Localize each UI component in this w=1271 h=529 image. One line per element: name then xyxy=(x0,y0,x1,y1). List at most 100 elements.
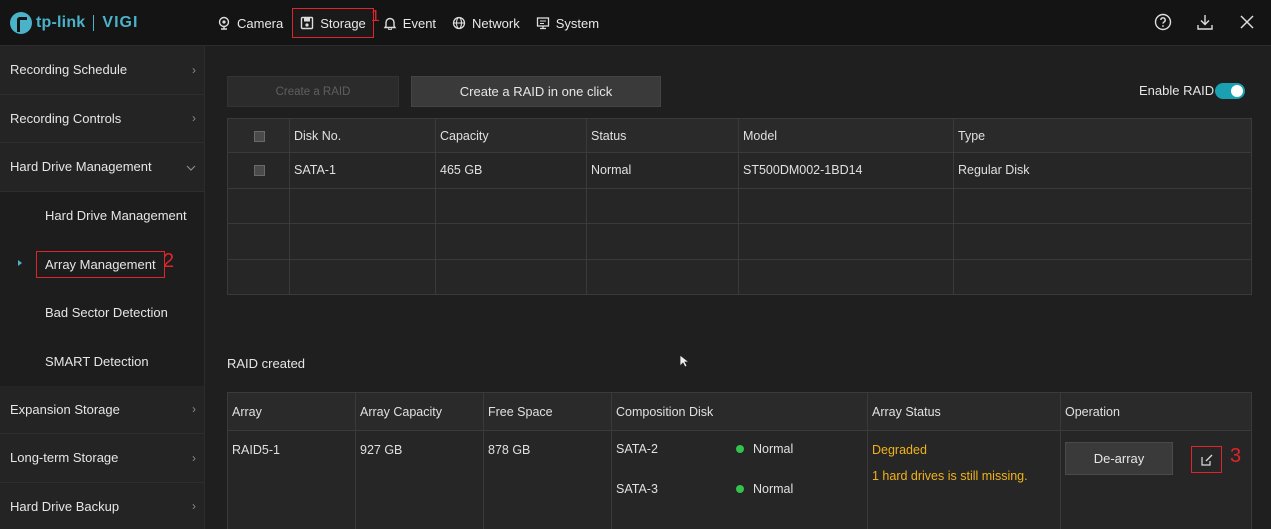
array-status-text: Degraded xyxy=(872,443,927,457)
select-cell xyxy=(227,152,290,189)
row-checkbox[interactable] xyxy=(254,165,265,177)
disk-name: SATA-3 xyxy=(616,482,658,496)
sidebar-item-label: Recording Schedule xyxy=(10,62,128,78)
composition-disk-row: SATA-3 Normal xyxy=(616,476,863,502)
nav-camera-label: Camera xyxy=(237,15,284,31)
chevron-right-icon: › xyxy=(192,450,196,465)
column-header: Composition Disk xyxy=(611,392,868,431)
active-indicator-icon xyxy=(18,260,22,266)
save-icon xyxy=(301,16,314,30)
free-space-cell: 878 GB xyxy=(483,430,612,529)
chevron-right-icon: › xyxy=(192,499,196,514)
globe-icon xyxy=(452,16,466,30)
model-cell: ST500DM002-1BD14 xyxy=(738,152,954,189)
annotation-marker-2: 2 xyxy=(163,250,175,272)
nav-event[interactable]: Event xyxy=(376,8,443,38)
chevron-right-icon: › xyxy=(192,62,196,77)
column-header: Operation xyxy=(1060,392,1252,431)
chevron-right-icon: › xyxy=(192,402,196,417)
enable-raid-toggle[interactable] xyxy=(1215,83,1245,99)
disk-no-cell: SATA-1 xyxy=(289,152,436,189)
status-ok-icon xyxy=(736,445,744,453)
main-nav: Camera Storage Event Network System xyxy=(210,0,608,46)
disk-table: Disk No. Capacity Status Model Type SATA… xyxy=(227,118,1252,295)
select-all-cell xyxy=(227,118,290,153)
bell-icon xyxy=(383,17,397,30)
column-header: Status xyxy=(586,118,739,153)
annotation-marker-3: 3 xyxy=(1229,445,1242,467)
de-array-button[interactable]: De-array xyxy=(1065,442,1173,475)
download-icon[interactable] xyxy=(1195,12,1215,32)
annotation-marker-1: 1 xyxy=(371,8,380,25)
table-row-empty xyxy=(227,258,1252,295)
sidebar-subitem-label: Array Management xyxy=(36,250,165,278)
nav-storage[interactable]: Storage xyxy=(292,8,374,38)
brand-logo: tp-link VIGI xyxy=(10,10,138,36)
sidebar-item-recording-schedule[interactable]: Recording Schedule › xyxy=(0,46,204,95)
mouse-cursor-icon xyxy=(679,354,689,368)
sidebar-item-label: Long-term Storage xyxy=(10,450,119,466)
monitor-icon xyxy=(536,17,549,30)
composition-disk-row: SATA-2 Normal xyxy=(616,436,863,462)
nav-system-label: System xyxy=(555,15,600,31)
raid-table: Array Array Capacity Free Space Composit… xyxy=(227,392,1252,529)
select-all-checkbox[interactable] xyxy=(254,130,265,142)
composition-disk-cell: SATA-2 Normal SATA-3 Normal xyxy=(611,430,868,529)
column-header: Array Capacity xyxy=(355,392,484,431)
table-header-row: Array Array Capacity Free Space Composit… xyxy=(227,392,1252,431)
sidebar-subitem-label: Hard Drive Management xyxy=(45,208,187,224)
array-status-cell: Degraded 1 hard drives is still missing. xyxy=(867,430,1061,529)
column-header: Array Status xyxy=(867,392,1061,431)
nav-camera[interactable]: Camera xyxy=(210,8,290,38)
sidebar-item-hard-drive-backup[interactable]: Hard Drive Backup › xyxy=(0,483,204,529)
sidebar-item-hard-drive-management[interactable]: Hard Drive Management xyxy=(0,143,204,192)
sidebar-item-recording-controls[interactable]: Recording Controls › xyxy=(0,95,204,143)
sidebar-item-expansion-storage[interactable]: Expansion Storage › xyxy=(0,386,204,434)
nav-event-label: Event xyxy=(402,15,437,31)
table-row-empty xyxy=(227,223,1252,260)
disk-name: SATA-2 xyxy=(616,442,658,456)
top-actions xyxy=(1153,12,1257,32)
nav-storage-label: Storage xyxy=(320,15,366,31)
disk-status: Normal xyxy=(753,442,794,456)
table-header-row: Disk No. Capacity Status Model Type xyxy=(227,118,1252,153)
sidebar: Recording Schedule › Recording Controls … xyxy=(0,46,205,529)
sidebar-item-label: Expansion Storage xyxy=(10,401,120,417)
brand-name: tp-link xyxy=(36,14,86,31)
camera-icon xyxy=(218,16,230,30)
sidebar-subitem-label: Bad Sector Detection xyxy=(45,305,168,321)
main-content: Create a RAID Create a RAID in one click… xyxy=(206,46,1271,529)
table-row: SATA-1 465 GB Normal ST500DM002-1BD14 Re… xyxy=(227,152,1252,189)
column-header: Array xyxy=(227,392,356,431)
column-header: Capacity xyxy=(435,118,587,153)
sidebar-subitem-hard-drive-management[interactable]: Hard Drive Management xyxy=(0,191,204,240)
type-cell: Regular Disk xyxy=(953,152,1252,189)
create-raid-button[interactable]: Create a RAID xyxy=(227,76,399,107)
disk-status: Normal xyxy=(753,482,794,496)
sidebar-item-label: Recording Controls xyxy=(10,110,122,126)
raid-created-heading: RAID created xyxy=(227,356,306,371)
nav-network[interactable]: Network xyxy=(445,8,527,38)
close-icon[interactable] xyxy=(1237,12,1257,32)
column-header: Model xyxy=(738,118,954,153)
table-row: RAID5-1 927 GB 878 GB SATA-2 Normal SATA… xyxy=(227,430,1252,529)
tp-link-logo-icon xyxy=(10,12,32,34)
product-name: VIGI xyxy=(102,14,139,31)
sidebar-item-label: Hard Drive Management xyxy=(10,159,152,175)
status-cell: Normal xyxy=(586,152,739,189)
help-icon[interactable] xyxy=(1153,12,1173,32)
edit-icon[interactable] xyxy=(1191,446,1223,473)
top-bar: tp-link VIGI Camera Storage Event Networ… xyxy=(0,0,1271,46)
create-raid-one-click-button[interactable]: Create a RAID in one click xyxy=(411,76,661,107)
nav-network-label: Network xyxy=(472,15,520,31)
sidebar-subitem-bad-sector-detection[interactable]: Bad Sector Detection xyxy=(0,288,204,337)
column-header: Disk No. xyxy=(289,118,436,153)
column-header: Type xyxy=(953,118,1252,153)
nav-system[interactable]: System xyxy=(529,8,606,38)
sidebar-item-label: Hard Drive Backup xyxy=(10,498,120,514)
operation-cell: De-array 3 xyxy=(1060,430,1252,529)
sidebar-subitem-array-management[interactable]: Array Management 2 xyxy=(0,240,204,289)
array-status-detail: 1 hard drives is still missing. xyxy=(872,469,1028,483)
sidebar-item-long-term-storage[interactable]: Long-term Storage › xyxy=(0,434,204,483)
sidebar-subitem-smart-detection[interactable]: SMART Detection xyxy=(0,337,204,386)
